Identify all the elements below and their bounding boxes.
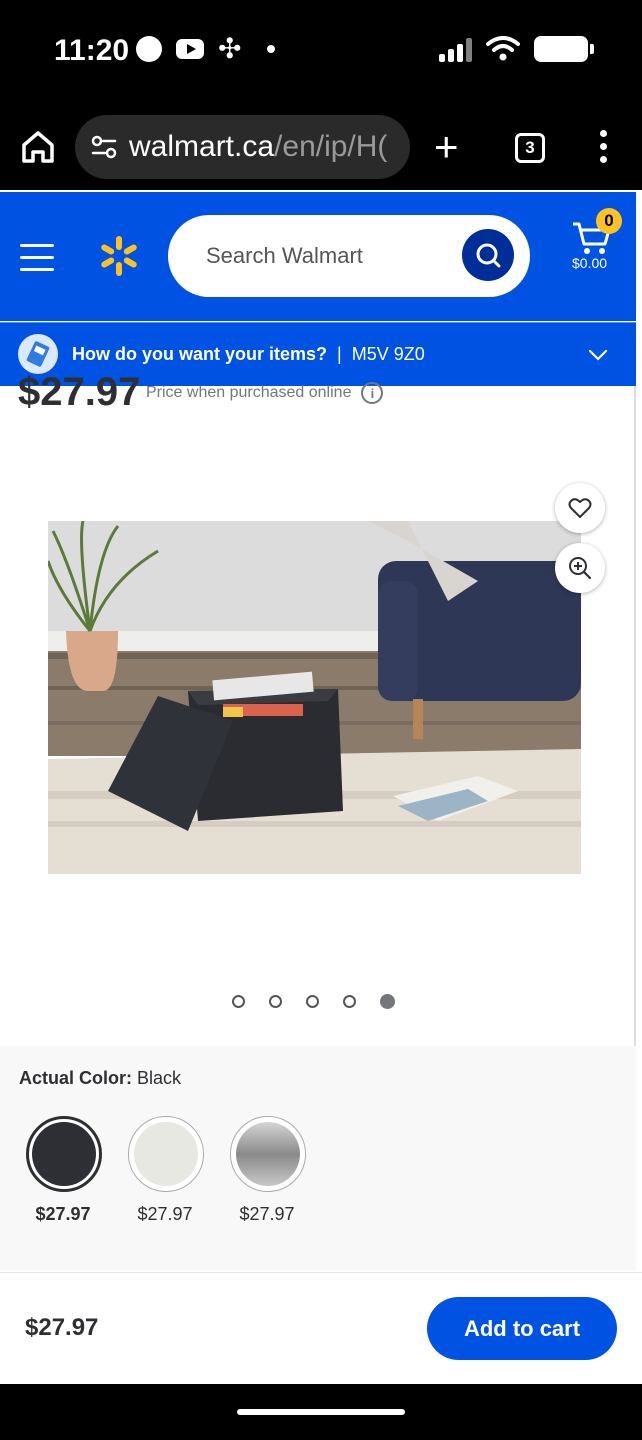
carousel-dot-active[interactable] bbox=[380, 994, 395, 1009]
product-price: $27.97 bbox=[18, 370, 141, 414]
color-swatch-white[interactable] bbox=[128, 1116, 204, 1192]
walmart-spark-logo[interactable] bbox=[97, 234, 141, 278]
carousel-dot[interactable] bbox=[343, 995, 356, 1008]
delivery-prompt: How do you want your items? bbox=[72, 344, 328, 364]
site-header: Search Walmart 0 $0.00 bbox=[0, 192, 636, 321]
search-placeholder: Search Walmart bbox=[206, 243, 363, 268]
url-host: walmart.ca bbox=[129, 130, 275, 163]
more-menu-icon[interactable] bbox=[600, 130, 607, 163]
swatch-price: $27.97 bbox=[137, 1204, 193, 1224]
signal-icon bbox=[439, 36, 472, 62]
carousel-dot[interactable] bbox=[269, 995, 282, 1008]
search-input[interactable]: Search Walmart bbox=[168, 215, 530, 297]
heart-icon bbox=[568, 498, 592, 518]
zoom-button[interactable] bbox=[555, 543, 605, 593]
postal-code: M5V 9Z0 bbox=[351, 344, 425, 364]
delivery-prompt-text: How do you want your items? | M5V 9Z0 bbox=[72, 344, 425, 365]
menu-icon[interactable] bbox=[20, 244, 54, 271]
delivery-separator: | bbox=[337, 344, 342, 364]
sticky-add-to-cart-bar: $27.97 Add to cart bbox=[0, 1272, 642, 1383]
bottom-price: $27.97 bbox=[25, 1314, 99, 1341]
scroll-edge bbox=[634, 386, 636, 1046]
delivery-icon bbox=[18, 334, 58, 374]
new-tab-icon[interactable]: + bbox=[434, 126, 459, 168]
tab-switcher-button[interactable]: 3 bbox=[515, 133, 545, 163]
swatch-price: $27.97 bbox=[35, 1204, 91, 1224]
fan-icon: ✣ bbox=[218, 33, 242, 64]
variant-selected-value: Black bbox=[137, 1068, 182, 1088]
zoom-in-icon bbox=[569, 557, 592, 580]
info-icon[interactable]: i bbox=[361, 382, 384, 404]
status-time: 11:20 bbox=[54, 34, 130, 67]
carousel-indicators bbox=[232, 994, 395, 1009]
color-variants: Actual Color: Black $27.97 $27.97 $27.97 bbox=[0, 1046, 636, 1270]
search-icon bbox=[476, 243, 501, 268]
favorite-button[interactable] bbox=[555, 483, 605, 533]
swatch-price: $27.97 bbox=[239, 1204, 295, 1224]
youtube-icon bbox=[176, 39, 204, 59]
product-image[interactable] bbox=[48, 521, 581, 874]
status-bar: 11:20 ✣ bbox=[0, 0, 642, 105]
variant-label-key: Actual Color: bbox=[19, 1068, 133, 1088]
cart-total: $0.00 bbox=[572, 255, 608, 271]
system-icons bbox=[439, 36, 594, 62]
home-gesture-handle[interactable] bbox=[237, 1409, 405, 1415]
color-swatch-grey[interactable] bbox=[230, 1116, 306, 1192]
url-text: walmart.ca/en/ip/H( bbox=[129, 130, 387, 164]
more-notifications-icon bbox=[267, 45, 276, 53]
battery-icon bbox=[534, 36, 594, 62]
address-bar[interactable]: walmart.ca/en/ip/H( bbox=[75, 115, 410, 179]
notification-circle-icon bbox=[136, 36, 162, 62]
price-note: Price when purchased online i bbox=[146, 382, 384, 404]
color-swatch-black[interactable] bbox=[26, 1116, 102, 1192]
home-icon[interactable] bbox=[20, 127, 56, 167]
swatch-image-black bbox=[32, 1122, 96, 1186]
swatch-image-white bbox=[134, 1122, 198, 1186]
swatch-image-grey bbox=[236, 1122, 300, 1186]
search-button[interactable] bbox=[462, 229, 514, 281]
chevron-down-icon[interactable] bbox=[588, 345, 608, 365]
price-note-text: Price when purchased online bbox=[146, 384, 352, 401]
site-settings-icon[interactable] bbox=[89, 132, 119, 162]
add-to-cart-button[interactable]: Add to cart bbox=[427, 1297, 617, 1360]
notification-icons: ✣ bbox=[136, 33, 276, 64]
carousel-dot[interactable] bbox=[232, 995, 245, 1008]
url-path: /en/ip/H( bbox=[274, 130, 388, 163]
ottoman-photo bbox=[48, 521, 581, 874]
carousel-dot[interactable] bbox=[306, 995, 319, 1008]
wifi-icon bbox=[486, 36, 520, 61]
cart-count-badge: 0 bbox=[596, 208, 622, 234]
variant-label: Actual Color: Black bbox=[19, 1068, 181, 1089]
system-nav-bar bbox=[0, 1384, 642, 1440]
browser-toolbar: walmart.ca/en/ip/H( + 3 bbox=[0, 105, 642, 190]
